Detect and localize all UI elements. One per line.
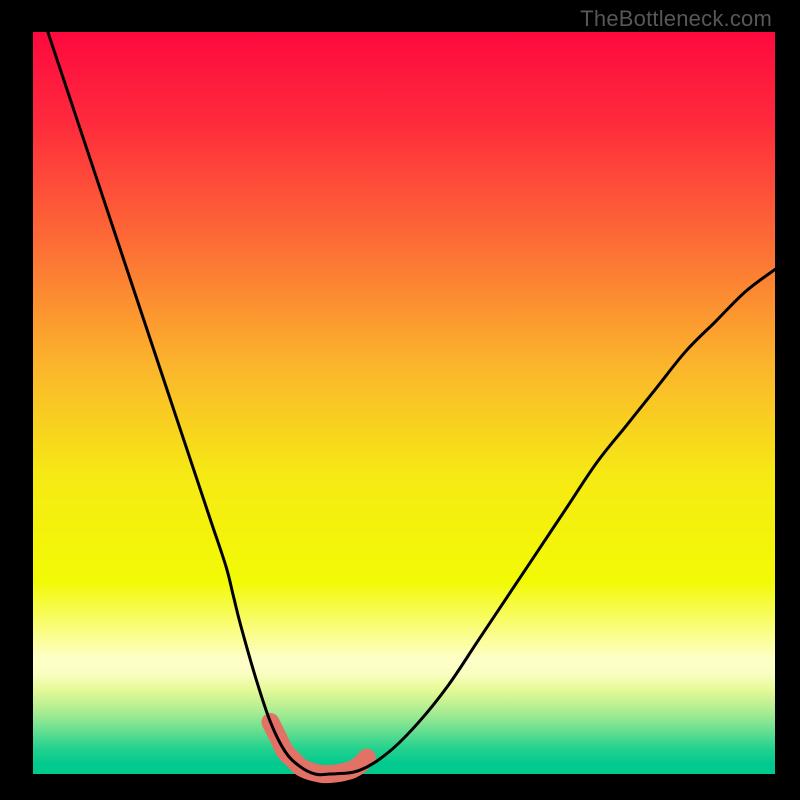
watermark-text: TheBottleneck.com: [580, 6, 772, 32]
chart-frame: TheBottleneck.com: [0, 0, 800, 800]
chart-canvas: [0, 0, 800, 800]
plot-background: [33, 32, 775, 774]
